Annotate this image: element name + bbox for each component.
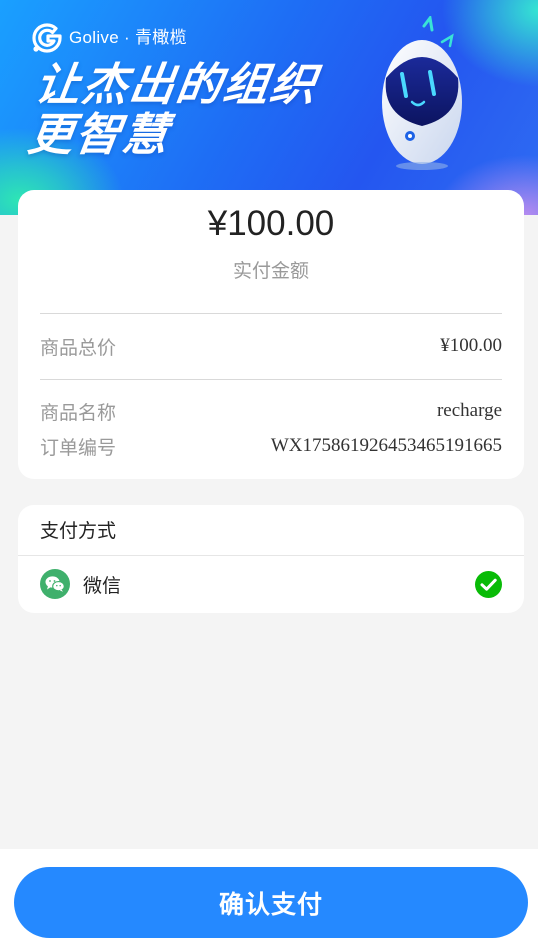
golive-logo-icon: [32, 23, 62, 53]
order-number-label: 订单编号: [40, 436, 117, 459]
total-price-value: ¥100.00: [440, 335, 502, 356]
payment-method-card: 支付方式 微信: [18, 505, 524, 613]
robot-mascot-icon: [382, 16, 462, 170]
total-price-row: 商品总价 ¥100.00: [40, 333, 502, 359]
payment-page: Golive · 青橄榄 让杰出的组织 更智慧 ¥100.00 实付金额 商品总…: [0, 0, 538, 946]
payment-method-title: 支付方式: [40, 520, 117, 542]
footer-bar: 确认支付: [0, 849, 538, 946]
paid-amount: ¥100.00: [207, 204, 335, 243]
product-name-value: recharge: [436, 400, 502, 421]
slogan-line-2: 更智慧: [24, 108, 174, 161]
banner-slogan: 让杰出的组织 更智慧: [24, 58, 322, 161]
brand-logo: Golive · 青橄榄: [31, 22, 187, 54]
promo-banner: Golive · 青橄榄 让杰出的组织 更智慧: [0, 0, 538, 215]
slogan-line-1: 让杰出的组织: [31, 58, 322, 111]
payment-option-label: 微信: [83, 574, 122, 597]
total-price-label: 商品总价: [40, 336, 117, 359]
brand-name: Golive · 青橄榄: [69, 28, 187, 47]
divider: [40, 313, 502, 314]
order-number-row: 订单编号 WX175861926453465191665: [40, 433, 502, 459]
payment-option-wechat[interactable]: 微信: [40, 569, 502, 599]
wechat-icon: [40, 569, 70, 599]
order-number-value: WX175861926453465191665: [270, 435, 502, 456]
check-circle-icon[interactable]: [475, 570, 502, 598]
product-name-row: 商品名称 recharge: [40, 398, 502, 424]
divider: [18, 555, 524, 556]
paid-amount-label: 实付金额: [232, 260, 309, 282]
divider: [40, 379, 502, 380]
confirm-payment-button[interactable]: 确认支付: [14, 867, 528, 938]
order-summary-card: ¥100.00 实付金额 商品总价 ¥100.00 商品名称 recharge …: [18, 190, 524, 479]
product-name-label: 商品名称: [40, 401, 117, 424]
